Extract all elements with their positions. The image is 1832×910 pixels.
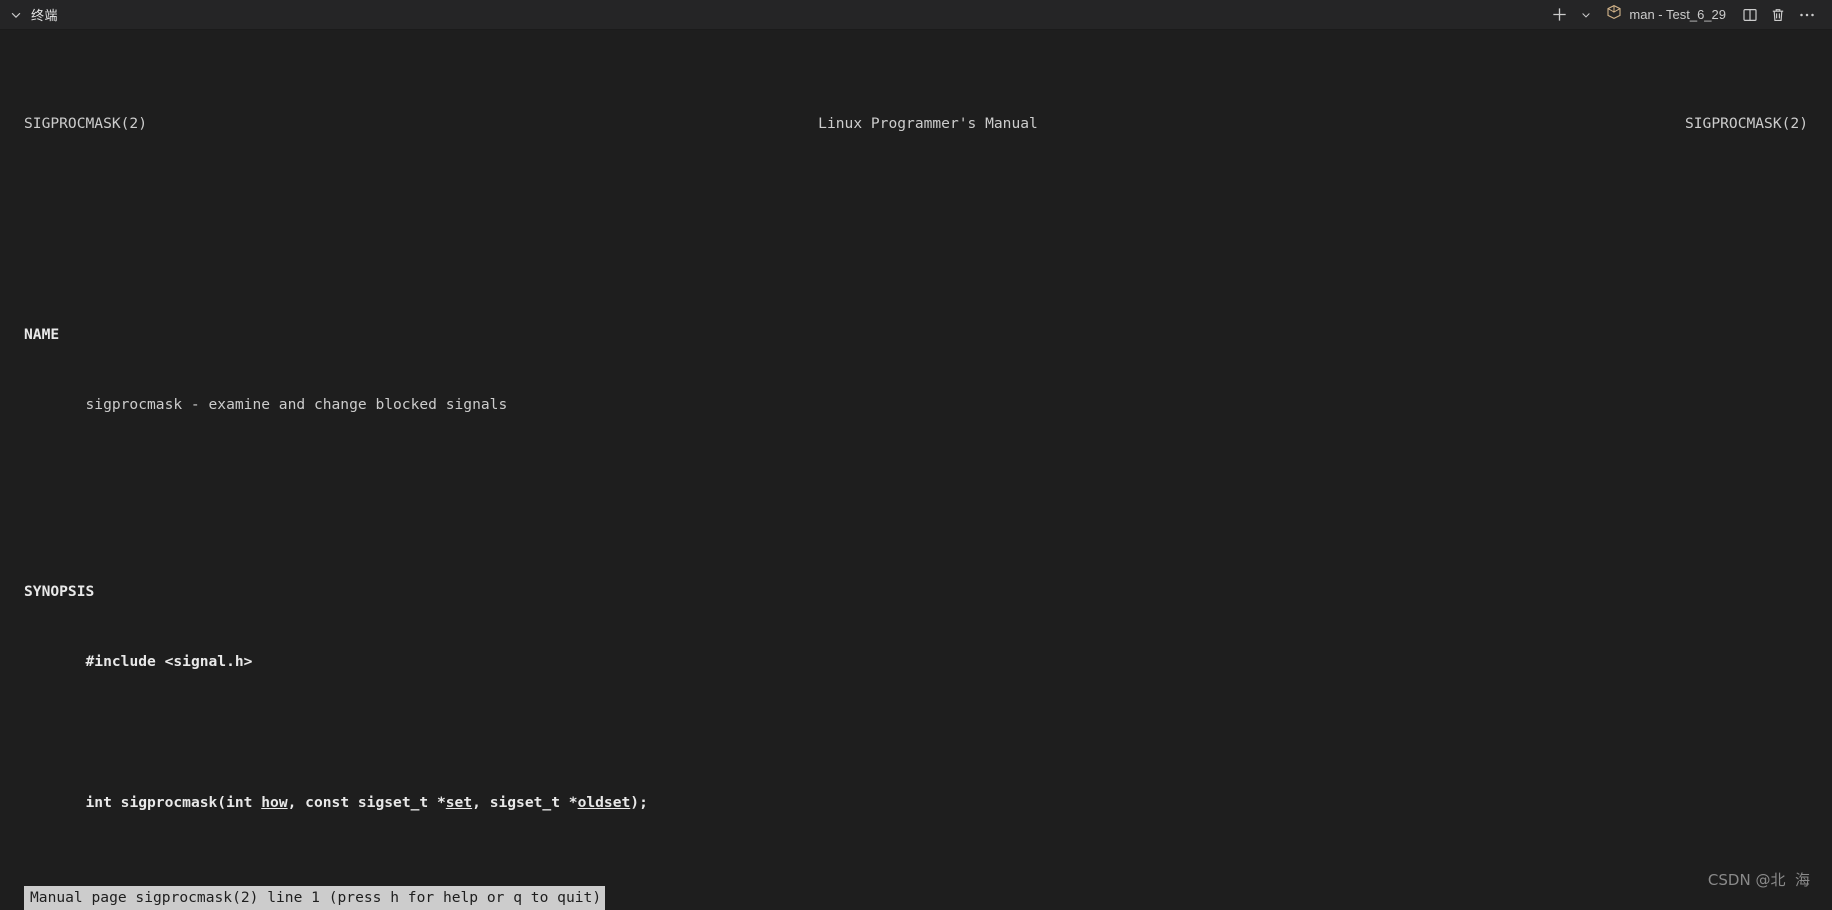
- section-heading-name: NAME: [24, 325, 60, 343]
- manpage-line: #include <signal.h>: [85, 653, 253, 671]
- watermark: CSDN @北 海: [1707, 871, 1810, 889]
- terminal-tab-label: man - Test_6_29: [1629, 7, 1726, 22]
- pager-status-line: Manual page sigprocmask(2) line 1 (press…: [24, 886, 606, 910]
- section-heading-synopsis: SYNOPSIS: [24, 583, 95, 601]
- manpage-header-right: SIGPROCMASK(2): [1684, 115, 1808, 133]
- panel-title: 终端: [31, 9, 59, 24]
- plus-icon[interactable]: [1545, 3, 1574, 27]
- chevron-down-icon[interactable]: [8, 7, 24, 23]
- trash-icon[interactable]: [1764, 3, 1792, 27]
- new-terminal-dropdown-chevron-down-icon[interactable]: [1574, 3, 1598, 27]
- ellipsis-icon[interactable]: [1792, 3, 1822, 27]
- terminal-toolbar: man - Test_6_29: [1545, 3, 1822, 27]
- manpage-header-row: SIGPROCMASK(2) Linux Programmer's Manual S…: [24, 112, 1832, 135]
- active-terminal-tab[interactable]: man - Test_6_29: [1598, 4, 1736, 25]
- cube-icon: [1606, 4, 1622, 25]
- terminal-output[interactable]: SIGPROCMASK(2) Linux Programmer's Manual S…: [0, 30, 1832, 910]
- manpage-line: sigprocmask - examine and change blocked…: [24, 396, 508, 414]
- manpage-header-center: Linux Programmer's Manual: [818, 115, 1038, 133]
- split-editor-icon[interactable]: [1736, 3, 1764, 27]
- manpage-line: int sigprocmask(int how, const sigset_t …: [85, 793, 648, 811]
- manpage-header-left: SIGPROCMASK(2): [24, 115, 148, 133]
- terminal-panel-header: 终端 man - Test_6_29: [0, 0, 1832, 30]
